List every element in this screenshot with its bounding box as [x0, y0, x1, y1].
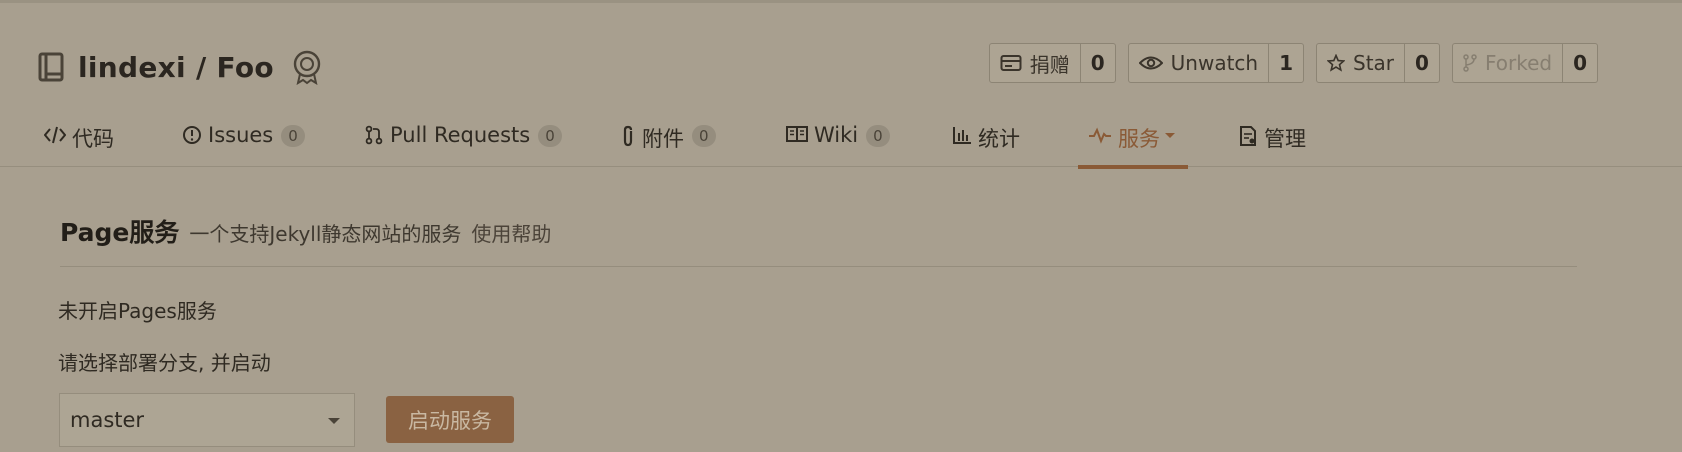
issue-icon: [183, 126, 201, 144]
page-description: 一个支持Jekyll静态网站的服务: [189, 222, 462, 246]
section-header: Page服务 一个支持Jekyll静态网站的服务 使用帮助: [60, 213, 551, 249]
pull-request-icon: [365, 125, 383, 145]
tab-statistics-label: 统计: [978, 127, 1020, 151]
tab-wiki[interactable]: Wiki 0: [786, 107, 890, 169]
recommended-badge-icon: [293, 50, 321, 85]
tab-code-label: 代码: [72, 127, 114, 151]
star-label: Star: [1353, 51, 1395, 75]
tab-issues[interactable]: Issues 0: [182, 107, 305, 169]
issues-count-badge: 0: [281, 125, 305, 147]
donate-icon: [1000, 55, 1022, 71]
donate-button[interactable]: 捐赠 0: [988, 43, 1116, 83]
star-icon: [1327, 54, 1346, 72]
branch-prompt-text: 请选择部署分支, 并启动: [58, 351, 271, 375]
tab-attachments[interactable]: 附件 0: [620, 107, 716, 169]
chevron-down-icon: [1165, 133, 1175, 138]
tab-services[interactable]: 服务: [1078, 107, 1188, 169]
star-button[interactable]: Star 0: [1316, 43, 1440, 83]
tab-pull-requests[interactable]: Pull Requests 0: [364, 107, 562, 169]
tab-code[interactable]: 代码: [44, 107, 114, 169]
dropdown-caret-icon: [328, 418, 340, 424]
paperclip-icon: [623, 125, 633, 147]
book-icon: [786, 126, 808, 142]
attachments-count-badge: 0: [692, 125, 716, 147]
pages-status-text: 未开启Pages服务: [58, 299, 217, 323]
tab-pull-requests-label: Pull Requests: [390, 123, 531, 147]
tab-manage-label: 管理: [1264, 127, 1306, 151]
donate-label: 捐赠: [1029, 52, 1070, 77]
tab-issues-label: Issues: [208, 123, 274, 147]
repo-header: lindexi / Foo 捐赠 0 Unwatch 1 Star 0 Fork…: [0, 3, 1682, 169]
branch-select[interactable]: master: [59, 393, 355, 447]
repo-book-icon: [38, 52, 64, 82]
page-title: Page服务: [60, 218, 180, 247]
code-icon: [44, 126, 66, 144]
start-service-button[interactable]: 启动服务: [386, 396, 514, 443]
unwatch-button[interactable]: Unwatch 1: [1127, 43, 1305, 83]
pull-requests-count-badge: 0: [538, 125, 562, 147]
tab-manage[interactable]: 管理: [1238, 107, 1306, 169]
unwatch-label: Unwatch: [1170, 51, 1259, 75]
watch-count[interactable]: 1: [1269, 44, 1303, 82]
forked-button[interactable]: Forked 0: [1451, 43, 1598, 83]
tab-statistics[interactable]: 统计: [952, 107, 1020, 169]
donate-count[interactable]: 0: [1081, 44, 1115, 82]
forked-label: Forked: [1484, 51, 1553, 75]
section-divider: [60, 266, 1577, 267]
branch-select-value: master: [70, 408, 145, 432]
repo-actions: 捐赠 0 Unwatch 1 Star 0 Forked 0: [977, 43, 1598, 83]
settings-doc-icon: [1240, 126, 1256, 146]
fork-icon: [1463, 54, 1477, 72]
tab-wiki-label: Wiki: [814, 123, 859, 147]
star-count[interactable]: 0: [1405, 44, 1439, 82]
eye-icon: [1138, 56, 1163, 70]
repo-name[interactable]: lindexi / Foo: [78, 51, 274, 84]
tab-services-label: 服务: [1118, 127, 1160, 151]
pulse-icon: [1089, 127, 1111, 144]
wiki-count-badge: 0: [866, 125, 890, 147]
bar-chart-icon: [953, 127, 971, 144]
repo-title: lindexi / Foo: [38, 47, 324, 87]
help-link[interactable]: 使用帮助: [471, 218, 551, 247]
fork-count[interactable]: 0: [1563, 44, 1597, 82]
tab-attachments-label: 附件: [642, 127, 684, 151]
